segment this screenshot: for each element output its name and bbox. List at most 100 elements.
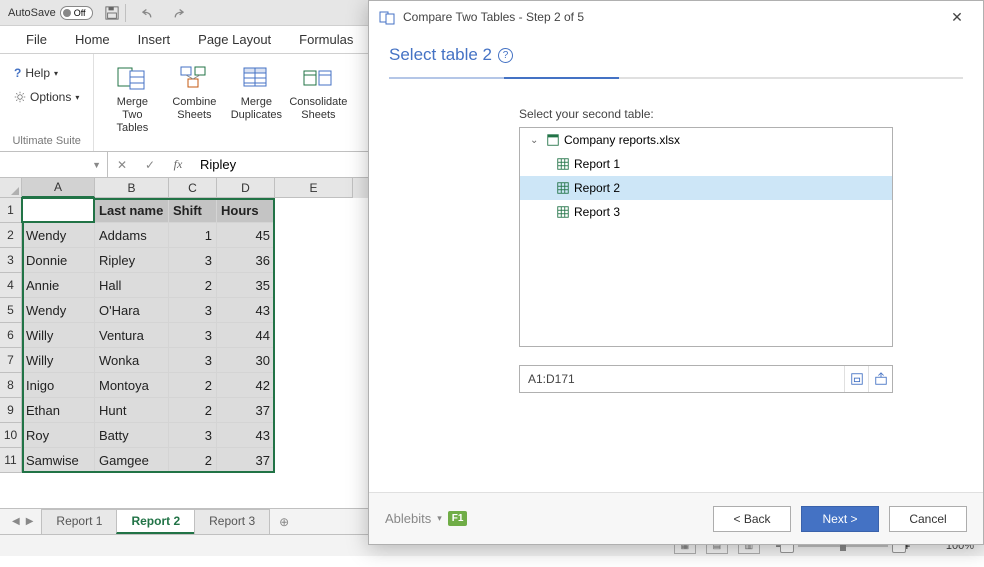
cell[interactable]: 2	[169, 273, 217, 298]
cell[interactable]: Montoya	[95, 373, 169, 398]
cell[interactable]: Gamgee	[95, 448, 169, 473]
row-header[interactable]: 8	[0, 373, 21, 398]
sheet-tab[interactable]: Report 1	[41, 509, 117, 534]
help-button[interactable]: ? Help ▾	[10, 64, 83, 82]
cell[interactable]: 37	[217, 448, 275, 473]
combine-sheets-button[interactable]: Combine Sheets	[166, 60, 222, 138]
cell[interactable]: Hall	[95, 273, 169, 298]
cell[interactable]: 2	[169, 398, 217, 423]
brand-label[interactable]: Ablebits	[385, 511, 431, 526]
cell[interactable]: Annie	[22, 273, 95, 298]
redo-icon[interactable]	[168, 4, 186, 22]
undo-icon[interactable]	[140, 4, 158, 22]
row-header[interactable]: 11	[0, 448, 21, 473]
cell[interactable]: 1	[169, 223, 217, 248]
column-header[interactable]: C	[169, 178, 217, 198]
cell[interactable]: Willy	[22, 348, 95, 373]
row-header[interactable]: 9	[0, 398, 21, 423]
tab-formulas[interactable]: Formulas	[285, 26, 367, 53]
row-header[interactable]: 6	[0, 323, 21, 348]
cell[interactable]: Willy	[22, 323, 95, 348]
f1-badge[interactable]: F1	[448, 511, 468, 526]
row-header[interactable]: 2	[0, 223, 21, 248]
column-header[interactable]: D	[217, 178, 275, 198]
row-header[interactable]: 3	[0, 248, 21, 273]
cell[interactable]: 3	[169, 423, 217, 448]
enter-formula-icon[interactable]: ✓	[136, 152, 164, 177]
tree-workbook-node[interactable]: ⌄ Company reports.xlsx	[520, 128, 892, 152]
cell[interactable]: Last name	[95, 198, 169, 223]
cell[interactable]: 37	[217, 398, 275, 423]
back-button[interactable]: < Back	[713, 506, 791, 532]
cell[interactable]: Hours	[217, 198, 275, 223]
cell[interactable]: 36	[217, 248, 275, 273]
autosave-toggle[interactable]: Off	[60, 6, 93, 20]
cell[interactable]: 3	[169, 323, 217, 348]
save-icon[interactable]	[103, 4, 121, 22]
tree-sheet-node[interactable]: Report 2	[520, 176, 892, 200]
cancel-formula-icon[interactable]: ✕	[108, 152, 136, 177]
cell[interactable]: 43	[217, 298, 275, 323]
cell[interactable]: Donnie	[22, 248, 95, 273]
cell[interactable]: 2	[169, 373, 217, 398]
cell[interactable]: Ethan	[22, 398, 95, 423]
row-header[interactable]: 10	[0, 423, 21, 448]
cell[interactable]: Roy	[22, 423, 95, 448]
cell[interactable]: Samwise	[22, 448, 95, 473]
name-box[interactable]: ▼	[0, 152, 108, 177]
cell[interactable]: 30	[217, 348, 275, 373]
sheet-tab[interactable]: Report 3	[194, 509, 270, 534]
cell[interactable]: Batty	[95, 423, 169, 448]
cell[interactable]: Ventura	[95, 323, 169, 348]
select-all-corner[interactable]	[0, 178, 22, 198]
cell[interactable]: 35	[217, 273, 275, 298]
consolidate-sheets-button[interactable]: Consolidate Sheets	[290, 60, 346, 138]
cell[interactable]: 43	[217, 423, 275, 448]
tree-sheet-node[interactable]: Report 1	[520, 152, 892, 176]
table-tree[interactable]: ⌄ Company reports.xlsx Report 1Report 2R…	[519, 127, 893, 347]
tab-home[interactable]: Home	[61, 26, 124, 53]
row-header[interactable]: 1	[0, 198, 21, 223]
select-range-icon[interactable]	[868, 366, 892, 392]
cell[interactable]: 3	[169, 248, 217, 273]
cell[interactable]: 42	[217, 373, 275, 398]
row-header[interactable]: 5	[0, 298, 21, 323]
cell[interactable]: 44	[217, 323, 275, 348]
merge-duplicates-button[interactable]: Merge Duplicates	[228, 60, 284, 138]
cell[interactable]: Inigo	[22, 373, 95, 398]
sheet-nav-next-icon[interactable]: ▶	[26, 516, 34, 527]
cell[interactable]: Ripley	[95, 248, 169, 273]
tab-insert[interactable]: Insert	[124, 26, 185, 53]
help-icon[interactable]: ?	[498, 48, 513, 63]
cell[interactable]: Shift	[169, 198, 217, 223]
cell[interactable]: Wendy	[22, 223, 95, 248]
cell[interactable]: Addams	[95, 223, 169, 248]
options-button[interactable]: Options ▾	[10, 88, 83, 106]
cell[interactable]: 2	[169, 448, 217, 473]
tree-sheet-node[interactable]: Report 3	[520, 200, 892, 224]
cell[interactable]: Wonka	[95, 348, 169, 373]
range-input[interactable]: A1:D171	[520, 372, 844, 386]
tab-pagelayout[interactable]: Page Layout	[184, 26, 285, 53]
sheet-tab[interactable]: Report 2	[116, 509, 195, 534]
merge-two-tables-button[interactable]: Merge Two Tables	[104, 60, 160, 138]
cell[interactable]: 3	[169, 348, 217, 373]
row-header[interactable]: 7	[0, 348, 21, 373]
cancel-button[interactable]: Cancel	[889, 506, 967, 532]
cell[interactable]: 3	[169, 298, 217, 323]
tab-file[interactable]: File	[12, 26, 61, 53]
sheet-nav-prev-icon[interactable]: ◀	[12, 516, 20, 527]
column-header[interactable]: E	[275, 178, 353, 198]
add-sheet-button[interactable]: ⊕	[269, 511, 299, 533]
cell[interactable]: Hunt	[95, 398, 169, 423]
collapse-dialog-icon[interactable]	[844, 366, 868, 392]
cell[interactable]: Wendy	[22, 298, 95, 323]
next-button[interactable]: Next >	[801, 506, 879, 532]
row-header[interactable]: 4	[0, 273, 21, 298]
column-header[interactable]: B	[95, 178, 169, 198]
fx-icon[interactable]: fx	[164, 152, 192, 177]
close-button[interactable]: ✕	[941, 1, 973, 33]
cell[interactable]: First name	[22, 198, 95, 223]
cell[interactable]: 45	[217, 223, 275, 248]
cell[interactable]: O'Hara	[95, 298, 169, 323]
